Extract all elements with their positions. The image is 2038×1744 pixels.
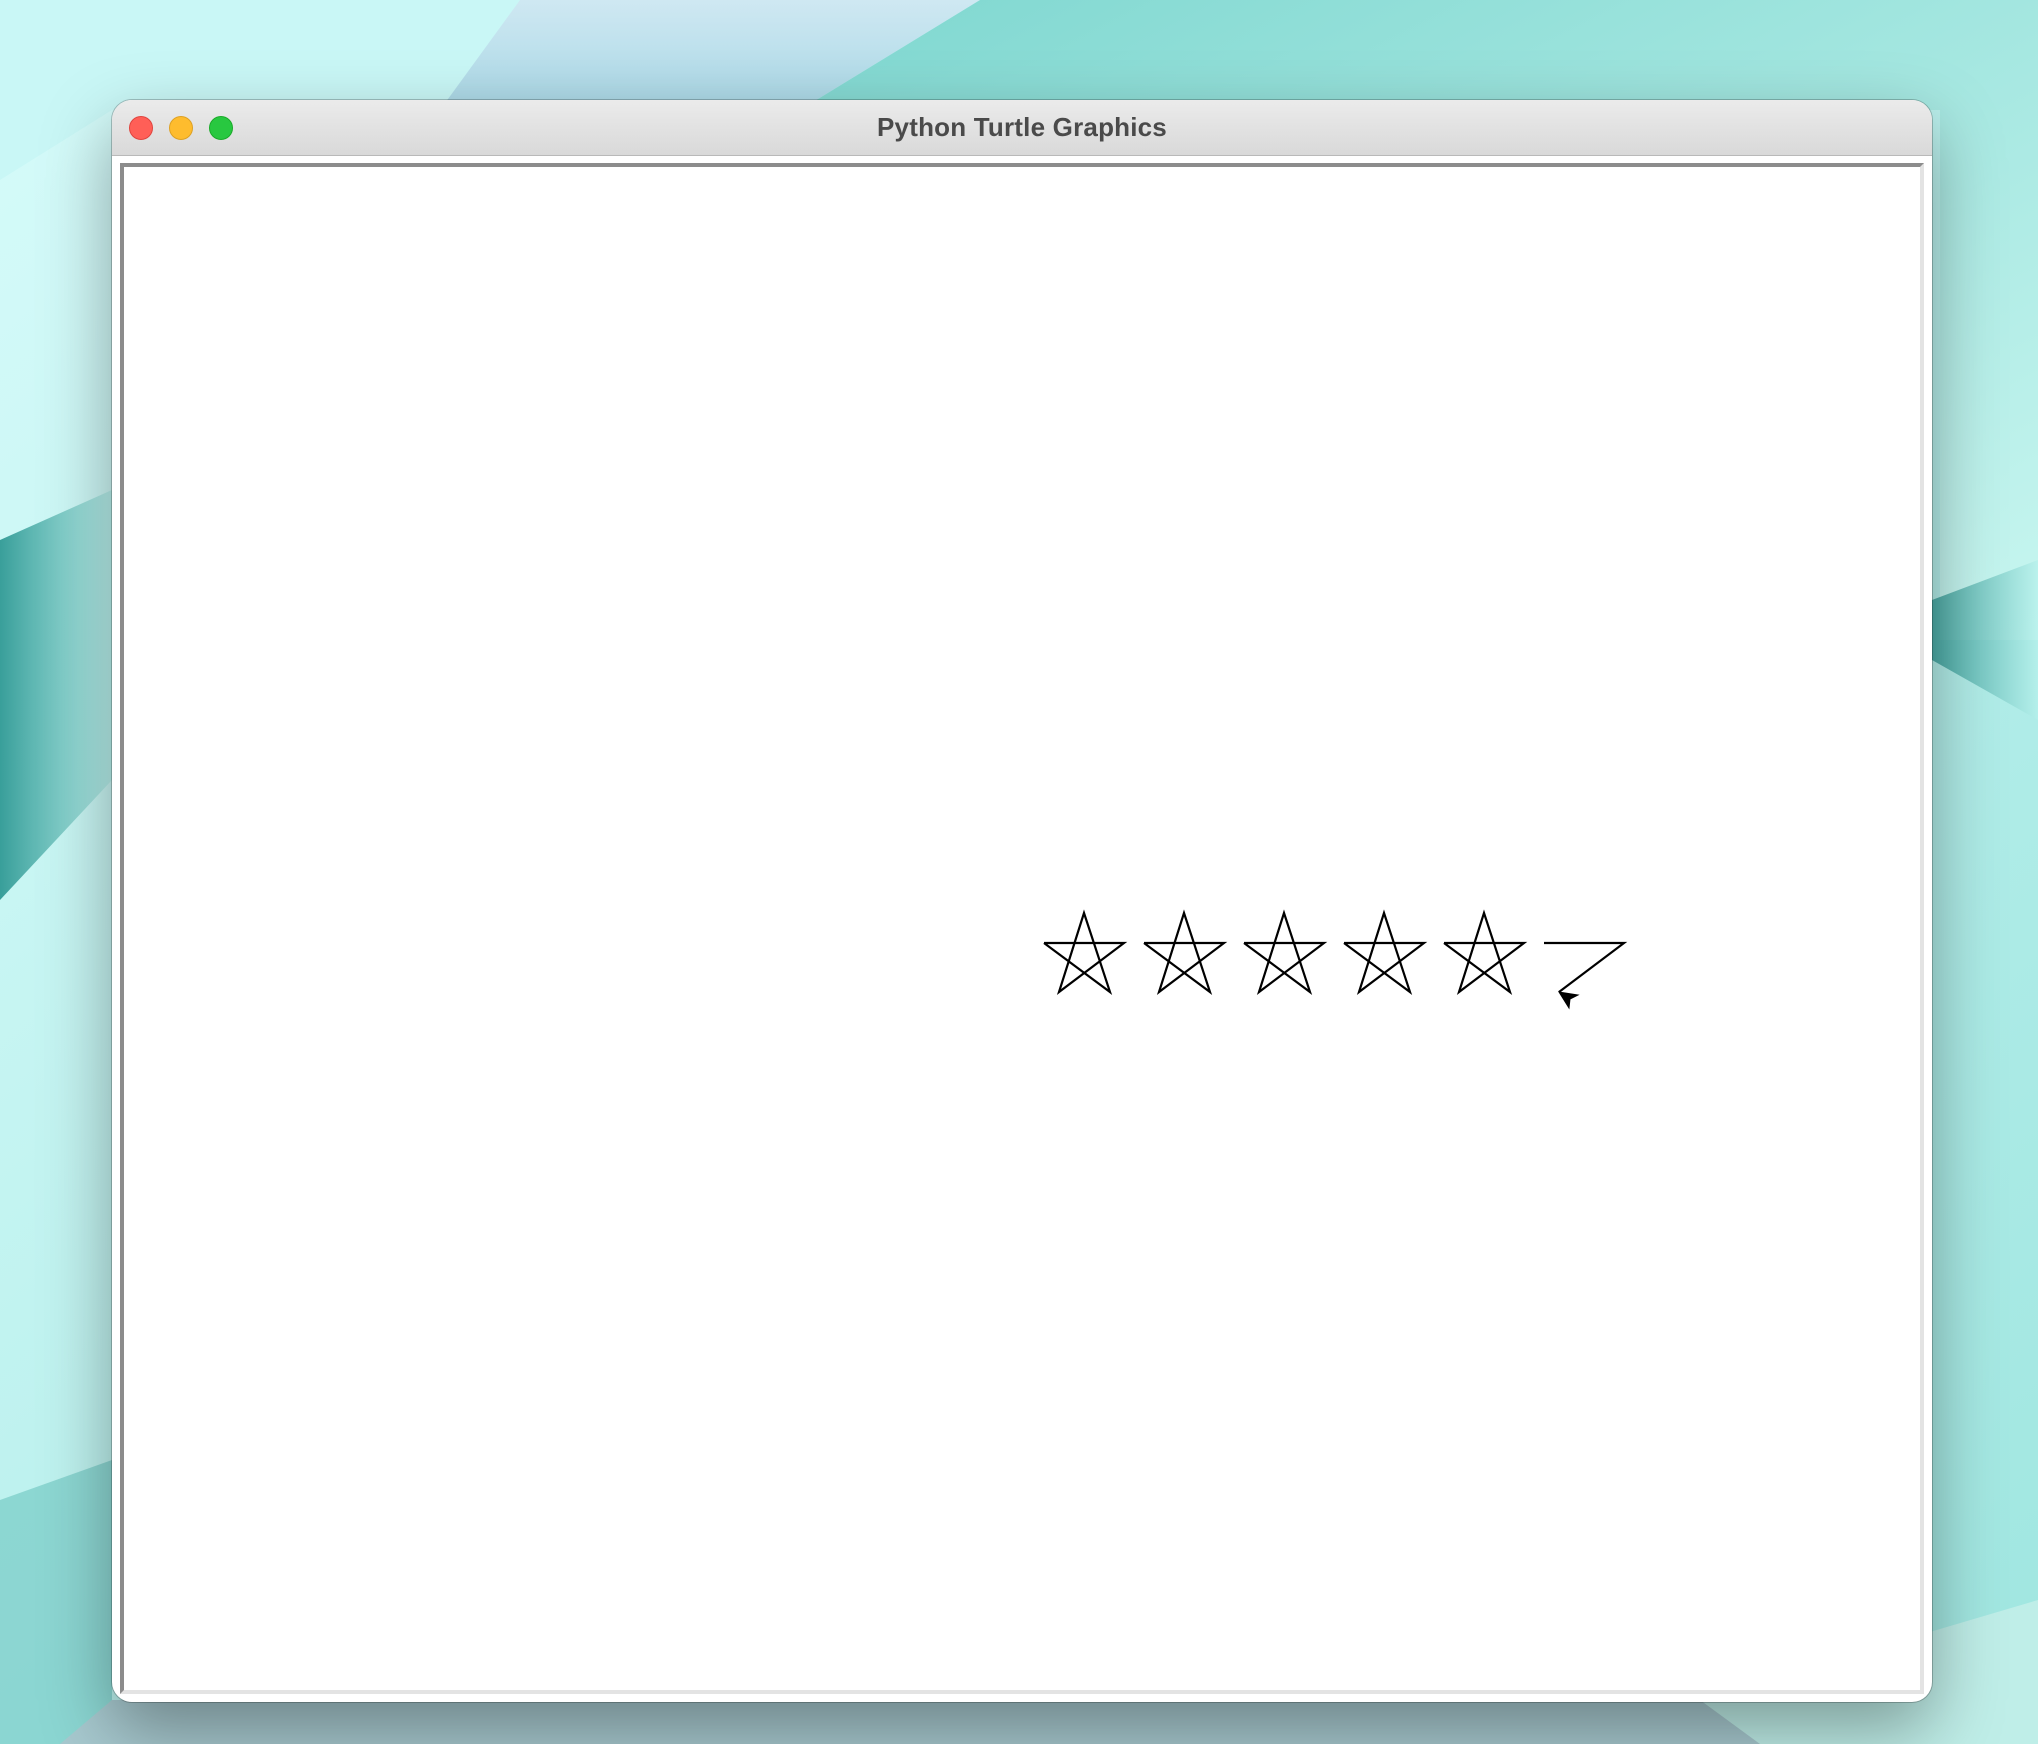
turtle-cursor-icon	[1557, 991, 1580, 1010]
window-title: Python Turtle Graphics	[877, 112, 1167, 142]
turtle-drawing	[1043, 909, 1628, 995]
turtle-canvas[interactable]	[124, 167, 1920, 1690]
desktop: Python Turtle Graphics	[0, 0, 2038, 1744]
star-5-drawing	[1443, 909, 1528, 995]
star-1-drawing	[1043, 909, 1128, 995]
star-2-drawing	[1143, 909, 1228, 995]
turtle-window: Python Turtle Graphics	[112, 100, 1932, 1702]
star-4-drawing	[1343, 909, 1428, 995]
partial-star-drawing	[1544, 941, 1628, 993]
star-3-drawing	[1243, 909, 1328, 995]
title-bar[interactable]: Python Turtle Graphics	[112, 100, 1932, 156]
turtle-canvas-frame	[120, 163, 1924, 1694]
